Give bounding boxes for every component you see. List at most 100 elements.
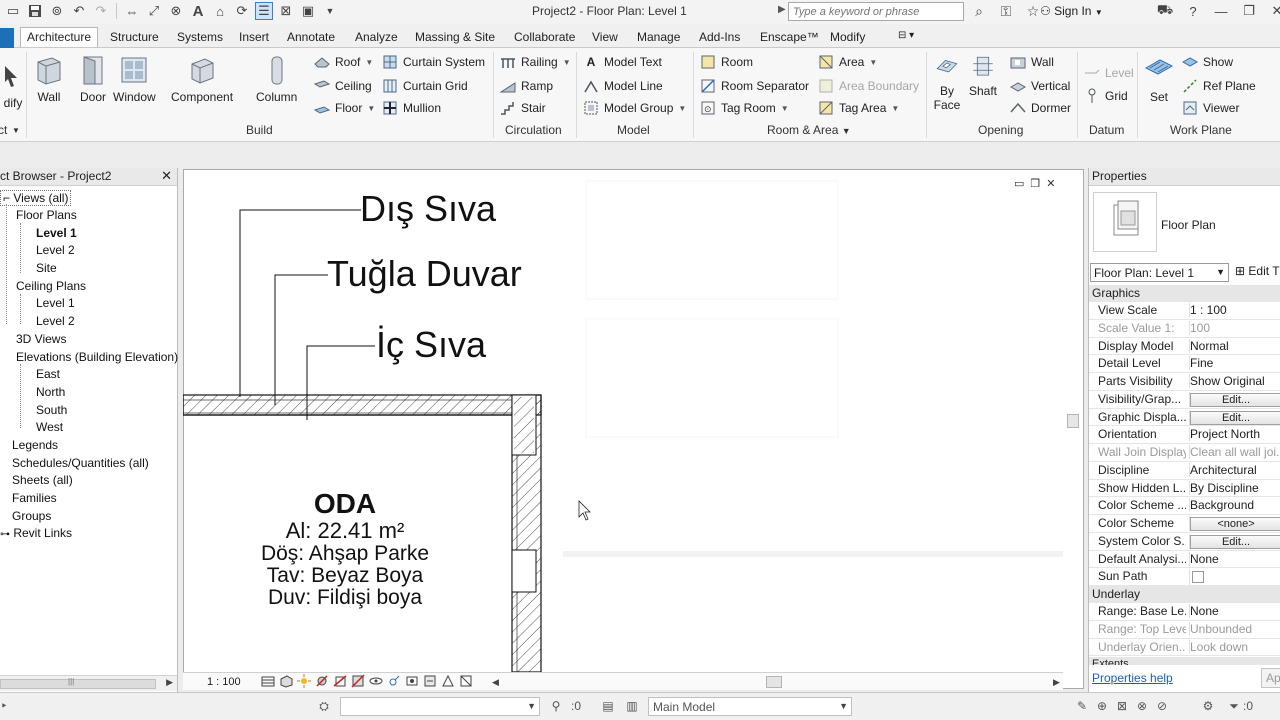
property-value[interactable]: By Discipline [1189, 480, 1280, 495]
property-row[interactable]: Discipline Architectural [1089, 462, 1280, 480]
property-row[interactable]: Visibility/Grap... Edit... [1089, 391, 1280, 409]
open-icon[interactable]: ▭ [4, 2, 22, 20]
property-value[interactable]: Normal [1189, 338, 1280, 353]
search-icon[interactable]: ⌕ [970, 2, 988, 20]
group-graphics[interactable]: Graphics [1089, 285, 1280, 302]
minimize-icon[interactable]: — [1212, 2, 1230, 20]
reveal-hidden-icon[interactable] [387, 674, 401, 688]
3d-view-icon[interactable]: ⌂ [211, 2, 229, 20]
tree-elevation-east[interactable]: East [36, 367, 60, 381]
restore-icon[interactable]: ❐ [1240, 2, 1258, 20]
dormer-button[interactable]: Dormer [1010, 98, 1071, 118]
sun-path-checkbox[interactable] [1192, 571, 1204, 584]
room-button[interactable]: Room [700, 52, 753, 72]
tree-families[interactable]: Families [12, 491, 57, 505]
tree-elevation-west[interactable]: West [36, 420, 63, 434]
sync-icon[interactable]: ⊚ [48, 2, 66, 20]
property-edit-button[interactable]: Edit... [1190, 392, 1280, 407]
text-icon[interactable]: A [189, 2, 207, 20]
tab-analyze[interactable]: Analyze [355, 28, 398, 48]
section-icon[interactable]: ⟳ [233, 2, 251, 20]
tree-floor-plan-site[interactable]: Site [36, 261, 57, 275]
property-value[interactable]: Edit... [1189, 409, 1280, 425]
tab-add-ins[interactable]: Add-Ins [699, 28, 740, 48]
show-crop-icon[interactable] [351, 674, 365, 688]
redo-icon[interactable]: ↷ [92, 2, 110, 20]
tab-view[interactable]: View [592, 28, 618, 48]
property-value[interactable]: Architectural [1189, 462, 1280, 477]
properties-help-link[interactable]: Properties help [1092, 671, 1173, 685]
select-links-icon[interactable]: ✎ [1074, 698, 1090, 714]
property-row[interactable]: Range: Top Level Unbounded [1089, 621, 1280, 639]
ceiling-button[interactable]: Ceiling [314, 76, 372, 96]
stair-button[interactable]: Stair [500, 98, 546, 118]
column-button[interactable]: Column [256, 54, 297, 104]
analytical-model-icon[interactable] [441, 674, 455, 688]
tree-views[interactable]: ⌐ Views (all) [0, 190, 72, 206]
property-edit-button[interactable]: <none> [1190, 517, 1280, 531]
close-hidden-icon[interactable]: ⊠ [277, 2, 295, 20]
tree-revit-links[interactable]: ⊶ Revit Links [0, 526, 72, 540]
property-value[interactable]: Clean all wall joi... [1189, 445, 1280, 459]
grid-button[interactable]: Grid [1084, 86, 1128, 106]
model-text-button[interactable]: A Model Text [583, 52, 662, 72]
tab-systems[interactable]: Systems [177, 28, 223, 48]
tab-manage[interactable]: Manage [637, 28, 680, 48]
tree-ceiling-plan-level-1[interactable]: Level 1 [36, 296, 75, 310]
tree-elevation-south[interactable]: South [36, 403, 67, 417]
room-separator-button[interactable]: Room Separator [700, 76, 809, 96]
property-value[interactable]: Look down [1189, 639, 1280, 654]
background-process-icon[interactable]: ⚙ [1200, 698, 1216, 714]
tab-enscape[interactable]: Enscape™ [760, 28, 819, 48]
design-options-editor-icon[interactable]: ▥ [624, 698, 640, 714]
property-row[interactable]: System Color S... Edit... [1089, 533, 1280, 551]
property-row[interactable]: Graphic Displa... Edit... [1089, 409, 1280, 427]
property-row[interactable]: Wall Join Display Clean all wall joi... [1089, 444, 1280, 462]
close-icon[interactable]: ✕ [1268, 2, 1280, 20]
property-row[interactable]: View Scale 1 : 100 [1089, 302, 1280, 320]
property-row[interactable]: Range: Base Le... None [1089, 603, 1280, 621]
crop-view-icon[interactable] [333, 674, 347, 688]
property-row[interactable]: Sun Path [1089, 568, 1280, 587]
select-pinned-icon[interactable]: ⊠ [1114, 698, 1130, 714]
property-row[interactable]: Color Scheme <none> [1089, 515, 1280, 533]
measure-icon[interactable]: ⤢ [145, 2, 163, 20]
property-row[interactable]: Default Analysi... None [1089, 551, 1280, 569]
search-input[interactable] [788, 2, 964, 21]
tree-floor-plan-level-1[interactable]: Level 1 [36, 226, 77, 240]
select-panel-label[interactable]: ct [0, 123, 7, 137]
mullion-button[interactable]: Mullion [382, 98, 441, 118]
tree-elevations[interactable]: Elevations (Building Elevation) [16, 350, 178, 364]
property-value[interactable]: Edit... [1189, 533, 1280, 549]
curtain-grid-button[interactable]: Curtain Grid [382, 76, 468, 96]
property-row[interactable]: Color Scheme ... Background [1089, 497, 1280, 516]
ribbon-minimize-icon[interactable]: ⊟ ▾ [898, 28, 914, 48]
drag-elements-icon[interactable]: ⊘ [1154, 698, 1170, 714]
type-selector-dropdown[interactable]: Floor Plan: Level 1 ▼ [1090, 263, 1229, 282]
tree-floor-plan-level-2[interactable]: Level 2 [36, 243, 75, 257]
ramp-button[interactable]: Ramp [500, 76, 553, 96]
tab-annotate[interactable]: Annotate [287, 28, 335, 48]
property-value[interactable]: 1 : 100 [1189, 303, 1280, 317]
property-value[interactable]: <none> [1189, 516, 1280, 531]
group-underlay[interactable]: Underlay [1089, 586, 1280, 603]
close-icon[interactable]: ✕ [1046, 177, 1055, 190]
door-button[interactable]: Door [78, 54, 108, 104]
detail-level-icon[interactable] [261, 674, 275, 688]
railing-button[interactable]: Railing ▼ [500, 52, 571, 72]
property-value[interactable]: Unbounded [1189, 621, 1280, 636]
viewer-button[interactable]: Viewer [1182, 98, 1239, 118]
worksets-icon[interactable]: ⛭ [316, 698, 332, 714]
curtain-system-button[interactable]: Curtain System [382, 52, 485, 72]
roof-button[interactable]: Roof ▼ [314, 52, 373, 72]
tree-ceiling-plan-level-2[interactable]: Level 2 [36, 314, 75, 328]
property-value[interactable]: Project North [1189, 427, 1280, 442]
room-tag[interactable]: ODA Al: 22.41 m² Döş: Ahşap Parke Tav: B… [220, 488, 470, 610]
temporary-hide-icon[interactable] [369, 674, 383, 688]
thin-lines-icon[interactable]: ☰ [255, 2, 273, 20]
property-row[interactable]: Orientation Project North [1089, 426, 1280, 445]
property-value[interactable]: Fine [1189, 356, 1280, 371]
help-icon[interactable]: ? [1184, 2, 1202, 20]
tree-ceiling-plans[interactable]: Ceiling Plans [16, 279, 86, 293]
property-value[interactable]: Background [1189, 498, 1280, 513]
